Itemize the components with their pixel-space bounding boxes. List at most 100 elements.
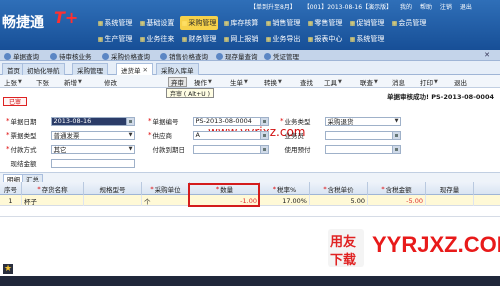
- approve-message: 单据审核成功! PS-2013-08-0004: [387, 93, 494, 101]
- nav-export[interactable]: ▦ 业务导出: [264, 32, 302, 46]
- new-button[interactable]: 新增 ▼: [64, 77, 82, 87]
- nav-sales[interactable]: ▦ 销售管理: [264, 16, 302, 30]
- exit-link[interactable]: 退出: [460, 4, 472, 11]
- tab-purchase-order[interactable]: 进货单 ✕: [116, 63, 153, 75]
- cell-unit-price[interactable]: 5.00: [310, 195, 368, 206]
- code-field: * 单据编号 PS-2013-08-0004: [148, 116, 269, 126]
- clerk-picker-icon[interactable]: [391, 131, 400, 139]
- nav-system[interactable]: ▦ 系统管理: [348, 32, 386, 46]
- quick-stock-query[interactable]: 现存量查询: [216, 51, 258, 61]
- logout-link[interactable]: 注销: [440, 4, 452, 11]
- quick-pending-approval[interactable]: 待审核业务: [50, 51, 92, 61]
- cell-stock: [426, 195, 474, 206]
- unapprove-button[interactable]: 弃审: [168, 77, 187, 87]
- find-button[interactable]: 查找: [300, 77, 313, 87]
- watermark-logo: 用友 下载: [328, 229, 364, 268]
- table-row-empty[interactable]: [0, 206, 500, 217]
- supplier-picker-icon[interactable]: [259, 131, 268, 139]
- code-picker-icon[interactable]: [259, 117, 268, 125]
- exit-button[interactable]: 退出: [454, 77, 467, 87]
- prepay-input[interactable]: [324, 144, 401, 154]
- quick-voucher[interactable]: 凭证管理: [264, 51, 299, 61]
- calendar-icon[interactable]: [259, 145, 268, 153]
- message-button[interactable]: 消息: [392, 77, 405, 87]
- nav-production[interactable]: ▦ 生产管理: [96, 32, 134, 46]
- chevron-down-icon: ▼: [374, 79, 378, 85]
- cell-seq: 1: [0, 195, 22, 206]
- nav-reports[interactable]: ▦ 报表中心: [306, 32, 344, 46]
- col-spec[interactable]: 规格型号: [84, 182, 142, 195]
- grid-icon: ▦: [181, 35, 188, 43]
- operation-button[interactable]: 操作 ▼: [194, 77, 212, 87]
- period-label: 【单到升至8月】: [250, 4, 296, 11]
- next-button[interactable]: 下张: [36, 77, 49, 87]
- supplier-input[interactable]: A: [192, 130, 269, 140]
- logo-mark: T+: [54, 8, 79, 27]
- tab-purchase-inbound[interactable]: 采购入库单: [156, 63, 199, 75]
- tab-purchase-management[interactable]: 采购管理: [72, 63, 108, 75]
- quick-sales-price[interactable]: 销售价格查询: [160, 51, 208, 61]
- nav-purchase-management[interactable]: ▦ 采购管理: [180, 16, 218, 30]
- query-icon: [4, 52, 11, 60]
- nav-member[interactable]: ▦ 会员管理: [390, 16, 428, 30]
- calendar-icon[interactable]: [125, 117, 134, 125]
- prepay-picker-icon[interactable]: [391, 145, 400, 153]
- close-icon[interactable]: ✕: [484, 51, 490, 59]
- date-field: * 单据日期 2013-08-16: [6, 116, 135, 126]
- chevron-down-icon: ▼: [434, 79, 438, 85]
- help-link[interactable]: 帮助: [420, 4, 432, 11]
- convert-button[interactable]: 转换 ▼: [264, 77, 282, 87]
- status-bar: [0, 276, 500, 286]
- nav-basic-settings[interactable]: ▦ 基础设置: [138, 16, 176, 30]
- cell-item-name[interactable]: 杯子: [22, 195, 84, 206]
- nav-reimburse[interactable]: ▦ 网上报销: [222, 32, 260, 46]
- logo-text: 畅捷通: [2, 15, 44, 31]
- nav-finance[interactable]: ▦ 财务管理: [180, 32, 218, 46]
- nav-system-management[interactable]: ▦ 系统管理: [96, 16, 134, 30]
- cell-spec[interactable]: [84, 195, 142, 206]
- payment-select[interactable]: 其它 ▼: [50, 144, 135, 154]
- print-button[interactable]: 打印 ▼: [420, 77, 438, 87]
- grid-icon: ▦: [223, 19, 230, 27]
- close-icon[interactable]: ✕: [143, 66, 148, 74]
- tab-init-guide[interactable]: 初始化导航: [22, 63, 65, 75]
- generate-button[interactable]: 生单 ▼: [230, 77, 248, 87]
- col-amount[interactable]: * 含税金额: [368, 182, 426, 195]
- grid-icon: ▦: [265, 35, 272, 43]
- unapprove-tooltip: 弃审 ( Alt+U ): [166, 88, 214, 98]
- col-tax-rate[interactable]: * 税率%: [260, 182, 310, 195]
- cash-input[interactable]: [50, 158, 135, 168]
- cell-unit[interactable]: 个: [142, 195, 190, 206]
- biz-type-select[interactable]: 采购退货 ▼: [324, 116, 401, 126]
- col-stock[interactable]: 现存量: [426, 182, 474, 195]
- my-link[interactable]: 我的: [400, 4, 412, 11]
- tab-bar: 首页 初始化导航 采购管理 进货单 ✕ 采购入库单: [0, 61, 500, 75]
- nav-business[interactable]: ▦ 业务往来: [138, 32, 176, 46]
- cell-tax-rate[interactable]: 17.00%: [260, 195, 310, 206]
- due-date-input[interactable]: [192, 144, 269, 154]
- clerk-input[interactable]: [324, 130, 401, 140]
- col-unit[interactable]: * 采购单位: [142, 182, 190, 195]
- chevron-down-icon: ▼: [278, 79, 282, 85]
- cell-amount[interactable]: -5.00: [368, 195, 426, 206]
- date-input[interactable]: 2013-08-16: [50, 116, 135, 126]
- invoice-type-select[interactable]: 普通发票 ▼: [50, 130, 135, 140]
- prepay-field: *使用预付: [280, 144, 401, 154]
- nav-inventory[interactable]: ▦ 库存核算: [222, 16, 260, 30]
- code-input[interactable]: PS-2013-08-0004: [192, 116, 269, 126]
- status-badge: 已审: [3, 97, 27, 106]
- edit-button[interactable]: 修改: [104, 77, 117, 87]
- prev-button[interactable]: 上张 ▼: [4, 77, 22, 87]
- quick-doc-query[interactable]: 单据查询: [4, 51, 39, 61]
- watermark-site: YYRJXZ.COM: [372, 232, 500, 257]
- col-unit-price[interactable]: * 含税单价: [310, 182, 368, 195]
- nav-promotion[interactable]: ▦ 促销管理: [348, 16, 386, 30]
- grid-icon: ▦: [97, 35, 104, 43]
- tools-button[interactable]: 工具 ▼: [324, 77, 342, 87]
- quick-purchase-price[interactable]: 采购价格查询: [102, 51, 150, 61]
- chevron-down-icon: ▼: [338, 79, 342, 85]
- star-icon[interactable]: ★: [3, 264, 13, 274]
- link-query-button[interactable]: 联查 ▼: [360, 77, 378, 87]
- nav-retail[interactable]: ▦ 零售管理: [306, 16, 344, 30]
- col-item-name[interactable]: * 存货名称: [22, 182, 84, 195]
